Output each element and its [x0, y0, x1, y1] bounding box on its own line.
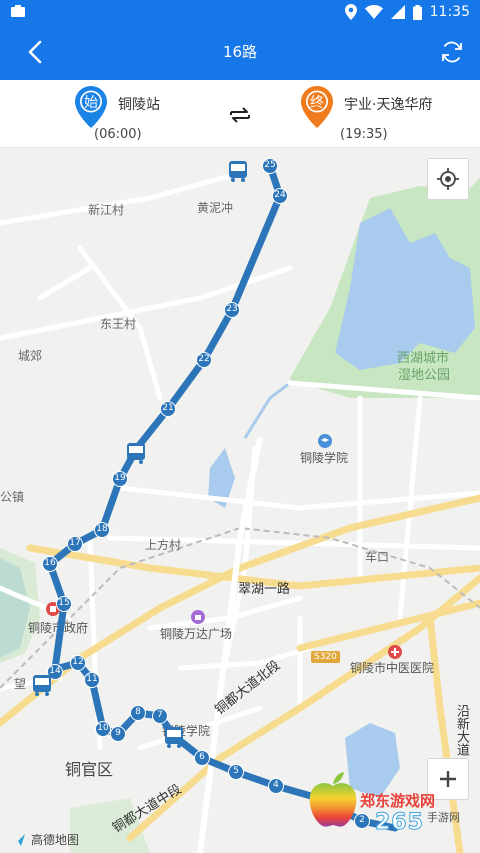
bus-stop[interactable]: 21 [160, 401, 176, 417]
bus-icon[interactable] [164, 726, 184, 748]
bus-route-line [46, 162, 399, 832]
watermark-number: 265 [375, 810, 424, 836]
watermark-suffix: 手游网 [427, 811, 460, 824]
bus-stop[interactable]: 17 [67, 536, 83, 552]
end-station-name: 宇业·天逸华府 [344, 97, 433, 113]
amap-logo-icon [13, 833, 25, 846]
bus-icon[interactable] [228, 160, 248, 182]
route-stations-panel: 始 铜陵站 (06:00) 终 宇业·天逸华府 (19:35) [0, 80, 480, 148]
status-time: 11:35 [429, 4, 470, 20]
bus-stop[interactable]: 5 [228, 764, 244, 780]
location-icon [344, 4, 357, 20]
wifi-icon [364, 5, 383, 19]
end-station-time: (19:35) [340, 127, 388, 142]
bus-icon[interactable] [126, 442, 146, 464]
bus-stop[interactable]: 19 [112, 471, 128, 487]
bus-stop[interactable]: 11 [84, 672, 100, 688]
bus-stop[interactable]: 8 [130, 705, 146, 721]
apple-logo-icon [309, 772, 357, 827]
start-station-time: (06:00) [94, 127, 142, 142]
map-provider-name: 高德地图 [31, 833, 80, 847]
swap-direction-icon[interactable] [228, 104, 252, 126]
map-provider-logo: 高德地图 [12, 831, 79, 848]
start-station-name: 铜陵站 [118, 97, 160, 113]
end-badge: 终 [310, 95, 324, 111]
start-badge: 始 [84, 95, 98, 111]
crosshair-icon [437, 168, 459, 190]
battery-icon [412, 4, 422, 20]
bus-stop[interactable]: 24 [272, 188, 288, 204]
signal-icon [390, 5, 405, 19]
page-title: 16路 [222, 43, 258, 61]
bus-stop[interactable]: 23 [224, 302, 240, 318]
site-watermark: 郑东游戏网 265 手游网 [305, 764, 480, 849]
refresh-icon[interactable] [438, 38, 466, 66]
watermark-title: 郑东游戏网 [360, 792, 436, 810]
bus-stop[interactable]: 7 [152, 708, 168, 724]
bus-stop[interactable]: 6 [194, 750, 210, 766]
locate-button[interactable] [427, 158, 469, 200]
bus-stop[interactable]: 22 [196, 352, 212, 368]
bus-stop[interactable]: 4 [268, 778, 284, 794]
bus-icon[interactable] [32, 674, 52, 696]
bus-stop[interactable]: 15 [56, 596, 72, 612]
bus-stop[interactable]: 10 [95, 721, 111, 737]
bus-stop[interactable]: 16 [42, 556, 58, 572]
bus-stop[interactable]: 25 [262, 158, 278, 174]
notification-icon [11, 5, 25, 17]
bus-stop[interactable]: 12 [70, 655, 86, 671]
end-station[interactable]: 终 宇业·天逸华府 (19:35) [296, 80, 480, 148]
status-bar: 11:35 [0, 0, 480, 24]
app-bar: 16路 [0, 24, 480, 80]
bus-stop[interactable]: 18 [94, 522, 110, 538]
bus-stop[interactable]: 9 [110, 726, 126, 742]
route-map[interactable]: 新江村 黄泥冲 东王村 城郊 西湖城市 湿地公园 铜陵学院 公镇 上方村 车口 … [0, 148, 480, 853]
